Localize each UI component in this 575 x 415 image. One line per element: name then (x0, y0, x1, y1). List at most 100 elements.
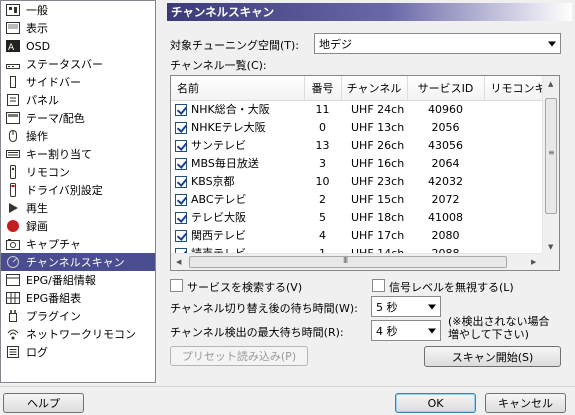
cancel-button[interactable]: キャンセル (485, 393, 566, 413)
table-row[interactable]: ABCテレビ 2 UHF 15ch 2072 (171, 190, 554, 208)
theme-icon (5, 111, 21, 125)
table-row[interactable]: NHKEテレ大阪 0 UHF 13ch 2056 (171, 118, 554, 136)
horizontal-scroll-thumb[interactable] (189, 256, 507, 268)
channel-name-cell[interactable]: NHKEテレ大阪 (171, 118, 304, 136)
horizontal-scrollbar[interactable]: ◀ III ▶ (171, 253, 544, 270)
epg-table-icon (5, 291, 21, 305)
channel-name-cell[interactable]: KBS京都 (171, 172, 304, 190)
nav-item[interactable]: 操作 (1, 127, 155, 145)
nav-item[interactable]: サイドバー (1, 73, 155, 91)
nav-item[interactable]: 一般 (1, 1, 155, 19)
tuning-space-value: 地デジ (319, 37, 352, 51)
table-row[interactable]: NHK総合・大阪 11 UHF 24ch 40960 (171, 100, 554, 118)
max-wait-select[interactable]: 4 秒 (371, 320, 441, 341)
nav-item[interactable]: 録画 (1, 217, 155, 235)
nav-item[interactable]: キー割り当て (1, 145, 155, 163)
channel-physical: UHF 26ch (351, 138, 405, 152)
nav-item-label: ログ (26, 346, 48, 359)
ignore-signal-label[interactable]: 信号レベルを無視する(L) (389, 279, 514, 295)
ok-button[interactable]: OK (395, 393, 476, 413)
table-row[interactable]: MBS毎日放送 3 UHF 16ch 2064 (171, 154, 554, 172)
nav-item[interactable]: プラグイン (1, 307, 155, 325)
channel-physical: UHF 17ch (351, 228, 405, 242)
channel-number: 11 (315, 102, 330, 116)
switch-wait-select[interactable]: 5 秒 (371, 296, 441, 317)
nav-item[interactable]: ステータスバー (1, 55, 155, 73)
tuning-space-select[interactable]: 地デジ (314, 33, 561, 54)
nav-item-label: 操作 (26, 130, 48, 143)
nav-item[interactable]: パネル (1, 91, 155, 109)
row-checkbox[interactable] (175, 194, 187, 206)
channel-scan-icon (5, 255, 21, 269)
nav-item[interactable]: キャプチャ (1, 235, 155, 253)
row-checkbox[interactable] (175, 122, 187, 134)
nav-item-label: サイドバー (26, 76, 81, 89)
nav-item[interactable]: チャンネルスキャン (1, 253, 155, 271)
row-checkbox[interactable] (175, 176, 187, 188)
column-header-service-id[interactable]: サービスID (407, 76, 485, 101)
nav-item[interactable]: ネットワークリモコン (1, 325, 155, 343)
nav-item[interactable]: ドライバ別設定 (1, 181, 155, 199)
max-wait-label: チャンネル検出の最大待ち時間(R): (170, 326, 344, 339)
row-checkbox[interactable] (175, 104, 187, 117)
column-header-number[interactable]: 番号 (304, 76, 342, 101)
column-header-name[interactable]: 名前 (171, 76, 305, 101)
max-wait-value: 4 秒 (376, 324, 398, 338)
ignore-signal-checkbox[interactable] (372, 279, 385, 292)
channel-name-cell[interactable]: テレビ大阪 (171, 208, 304, 226)
scroll-down-icon[interactable]: ▼ (548, 243, 553, 251)
row-checkbox[interactable] (175, 158, 187, 170)
channel-name: MBS毎日放送 (191, 157, 259, 170)
row-checkbox[interactable] (175, 230, 187, 242)
nav-item[interactable]: A OSD (1, 37, 155, 55)
scrollbar-corner (542, 253, 559, 270)
preset-load-button[interactable]: プリセット読み込み(P) (170, 346, 308, 366)
channel-name: KBS京都 (191, 175, 235, 188)
search-services-label[interactable]: サービスを検索する(V) (187, 279, 302, 295)
nav-item[interactable]: テーマ/配色 (1, 109, 155, 127)
column-header-channel[interactable]: チャンネル (341, 76, 408, 101)
channel-name-cell[interactable]: MBS毎日放送 (171, 154, 304, 172)
table-row[interactable]: テレビ大阪 5 UHF 18ch 41008 (171, 208, 554, 226)
statusbar-icon (5, 57, 21, 71)
footer-divider (0, 386, 575, 387)
channel-name-cell[interactable]: 関西テレビ (171, 226, 304, 244)
table-row[interactable]: KBS京都 10 UHF 23ch 42032 (171, 172, 554, 190)
scan-start-button[interactable]: スキャン開始(S) (424, 346, 561, 367)
channel-list-table[interactable]: 名前 番号 チャンネル サービスID リモコンキ NHK総合・大阪 11 UHF 2… (170, 75, 560, 271)
service-id: 42032 (428, 174, 463, 188)
scroll-up-icon[interactable]: ▲ (548, 80, 553, 88)
row-checkbox[interactable] (175, 140, 187, 152)
nav-item-label: 録画 (26, 220, 48, 233)
nav-item[interactable]: EPG/番組情報 (1, 271, 155, 289)
table-row[interactable]: 関西テレビ 4 UHF 17ch 2080 (171, 226, 554, 244)
nav-item-label: プラグイン (26, 310, 81, 323)
table-row[interactable]: サンテレビ 13 UHF 26ch 43056 (171, 136, 554, 154)
nav-item-label: 再生 (26, 202, 48, 215)
nav-item-label: リモコン (26, 166, 70, 179)
channel-name-cell[interactable]: NHK総合・大阪 (171, 100, 304, 118)
channel-name-cell[interactable]: サンテレビ (171, 136, 304, 154)
service-id: 2056 (431, 120, 460, 134)
nav-item[interactable]: 表示 (1, 19, 155, 37)
nav-item[interactable]: 再生 (1, 199, 155, 217)
scroll-left-icon[interactable]: ◀ (176, 258, 181, 266)
epg-icon (5, 273, 21, 287)
help-button[interactable]: ヘルプ (3, 393, 84, 413)
row-checkbox[interactable] (175, 212, 187, 224)
nav-item-label: キャプチャ (26, 238, 81, 251)
nav-item[interactable]: リモコン (1, 163, 155, 181)
nav-item[interactable]: ログ (1, 343, 155, 361)
nav-item[interactable]: EPG番組表 (1, 289, 155, 307)
channel-name: 関西テレビ (191, 229, 246, 242)
search-services-checkbox[interactable] (170, 279, 183, 292)
channel-number: 4 (319, 228, 326, 242)
vertical-scrollbar[interactable]: ▲ ≡ ▼ (542, 76, 559, 255)
network-remote-icon (5, 327, 21, 341)
chevron-down-icon (428, 328, 436, 333)
nav-item-label: キー割り当て (26, 148, 92, 161)
sidebar-icon (5, 75, 21, 89)
channel-name-cell[interactable]: ABCテレビ (171, 190, 304, 208)
scroll-right-icon[interactable]: ▶ (531, 258, 536, 266)
switch-wait-label: チャンネル切り替え後の待ち時間(W): (170, 302, 358, 315)
